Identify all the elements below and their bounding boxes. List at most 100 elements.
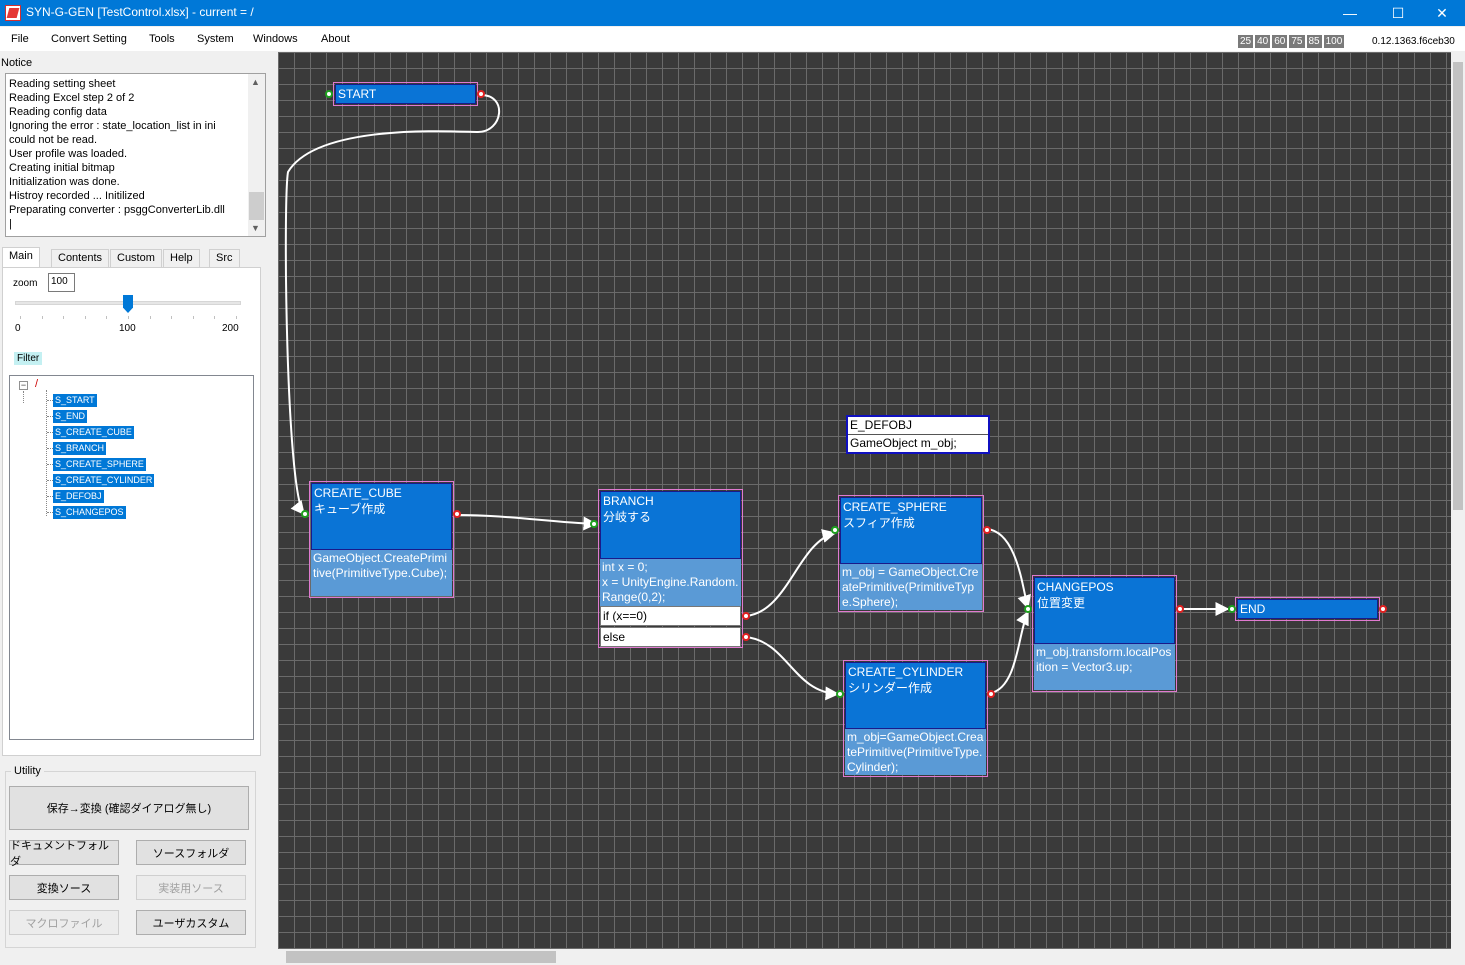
close-icon: ✕ (1436, 4, 1448, 21)
canvas-horizontal-scrollbar[interactable] (278, 949, 1451, 965)
output-pin[interactable] (983, 526, 991, 534)
tree-item-s-create-cube[interactable]: S_CREATE_CUBE (53, 426, 134, 439)
close-button[interactable]: ✕ (1419, 0, 1465, 26)
tab-custom[interactable]: Custom (110, 249, 162, 267)
menu-system[interactable]: System (197, 33, 234, 45)
zoom-preset-85[interactable]: 85 (1306, 35, 1322, 48)
implementation-source-button[interactable]: 実装用ソース (136, 875, 246, 900)
output-pin[interactable] (453, 510, 461, 518)
node-branch[interactable]: BRANCH 分岐する int x = 0; x = UnityEngine.R… (598, 489, 743, 648)
tree-item-s-create-cylinder[interactable]: S_CREATE_CYLINDER (53, 474, 155, 487)
tree-item-s-branch[interactable]: S_BRANCH (53, 442, 107, 455)
tree-item-s-end[interactable]: S_END (53, 410, 88, 423)
input-pin[interactable] (831, 526, 839, 534)
output-pin[interactable] (477, 90, 485, 98)
branch-else-row[interactable]: else (600, 627, 741, 647)
node-end[interactable]: END (1235, 597, 1380, 621)
node-create-cube[interactable]: CREATE_CUBE キューブ作成 GameObject.CreatePrim… (309, 481, 454, 598)
edge-create-sphere-to-changepos (986, 528, 1031, 610)
node-changepos[interactable]: CHANGEPOS 位置変更 m_obj.transform.localPosi… (1032, 575, 1177, 692)
scrollbar-thumb[interactable] (249, 192, 264, 220)
tree-item-s-changepos[interactable]: S_CHANGEPOS (53, 506, 126, 519)
canvas-vertical-scrollbar[interactable] (1451, 52, 1465, 949)
slider-tick (20, 316, 21, 319)
scrollbar-thumb[interactable] (286, 951, 556, 963)
menu-windows[interactable]: Windows (253, 33, 298, 45)
save-convert-button[interactable]: 保存→変換 (確認ダイアログ無し) (9, 786, 249, 830)
version-label: 0.12.1363.f6ceb30 (1372, 36, 1455, 47)
node-title: END (1237, 599, 1378, 619)
input-pin[interactable] (590, 520, 598, 528)
slider-min-label: 0 (15, 323, 21, 334)
zoom-preset-40[interactable]: 40 (1255, 35, 1271, 48)
slider-tick (63, 316, 65, 319)
menu-convert-setting[interactable]: Convert Setting (51, 33, 127, 45)
output-pin[interactable] (987, 690, 995, 698)
scroll-down-icon[interactable]: ▼ (251, 223, 260, 233)
notice-line: Reading config data (9, 106, 107, 118)
scroll-up-icon[interactable]: ▲ (251, 77, 260, 87)
notice-line: Preparating converter : psggConverterLib… (9, 204, 225, 216)
input-pin[interactable] (325, 90, 333, 98)
output-pin[interactable] (1176, 605, 1184, 613)
tree-root[interactable]: / (35, 378, 38, 390)
notice-scrollbar[interactable]: ▲ ▼ (248, 74, 265, 236)
zoom-preset-75[interactable]: 75 (1289, 35, 1305, 48)
notice-log[interactable]: Reading setting sheet Reading Excel step… (5, 73, 266, 237)
zoom-preset-60[interactable]: 60 (1272, 35, 1288, 48)
input-pin[interactable] (1024, 605, 1032, 613)
node-header: CREATE_CUBE キューブ作成 (311, 483, 452, 550)
tree-collapse-icon[interactable]: − (19, 381, 28, 390)
state-graph-canvas[interactable]: START CREATE_CUBE キューブ作成 GameObject.Crea… (278, 52, 1451, 949)
branch-if-row[interactable]: if (x==0) (600, 606, 741, 626)
node-create-sphere[interactable]: CREATE_SPHERE スフィア作成 m_obj = GameObject.… (838, 495, 984, 612)
zoom-input[interactable]: 100 (48, 273, 75, 292)
zoom-preset-25[interactable]: 25 (1238, 35, 1254, 48)
macro-file-button[interactable]: マクロファイル (9, 910, 119, 935)
scrollbar-thumb[interactable] (1453, 62, 1463, 510)
document-folder-button[interactable]: ドキュメントフォルダ (9, 840, 119, 868)
input-pin[interactable] (1228, 605, 1236, 613)
node-header: CREATE_SPHERE スフィア作成 (840, 497, 982, 564)
edge-start-to-create-cube (284, 94, 500, 516)
app-logo-icon (5, 5, 21, 21)
minimize-button[interactable]: — (1327, 0, 1373, 26)
slider-tick (84, 316, 86, 319)
zoom-slider-thumb[interactable] (123, 295, 133, 313)
menu-about[interactable]: About (321, 33, 350, 45)
tree-item-s-create-sphere[interactable]: S_CREATE_SPHERE (53, 458, 146, 471)
tab-contents[interactable]: Contents (51, 249, 110, 267)
node-code: m_obj.transform.localPosition = Vector3.… (1034, 644, 1175, 690)
node-start[interactable]: START (333, 82, 478, 106)
menu-tools[interactable]: Tools (149, 33, 175, 45)
node-title: START (335, 84, 476, 104)
tab-main[interactable]: Main (2, 247, 40, 268)
source-folder-button[interactable]: ソースフォルダ (136, 840, 246, 865)
minimize-icon: — (1343, 5, 1357, 21)
state-tree[interactable]: − / S_START S_END S_CREATE_CUBE S_BRANCH… (9, 375, 254, 740)
node-title: CREATE_CYLINDER (848, 665, 964, 679)
zoom-preset-100[interactable]: 100 (1323, 35, 1345, 48)
node-create-cylinder[interactable]: CREATE_CYLINDER シリンダー作成 m_obj=GameObject… (843, 660, 988, 777)
menu-file[interactable]: File (11, 33, 29, 45)
notice-line: Creating initial bitmap (9, 162, 115, 174)
maximize-button[interactable]: ☐ (1375, 0, 1421, 26)
output-pin-if[interactable] (742, 612, 750, 620)
user-custom-button[interactable]: ユーザカスタム (136, 910, 246, 935)
tab-src[interactable]: Src (209, 249, 240, 267)
notice-line: Ignoring the error : state_location_list… (9, 120, 216, 132)
filter-button[interactable]: Filter (14, 352, 43, 365)
tab-help[interactable]: Help (163, 249, 200, 267)
tree-item-e-defobj[interactable]: E_DEFOBJ (53, 490, 104, 503)
slider-tick (128, 316, 129, 319)
tree-item-s-start[interactable]: S_START (53, 394, 97, 407)
input-pin[interactable] (301, 510, 309, 518)
output-pin-else[interactable] (742, 633, 750, 641)
node-e-defobj[interactable]: E_DEFOBJ GameObject m_obj; (846, 415, 990, 454)
node-comment: シリンダー作成 (848, 681, 933, 695)
output-pin[interactable] (1379, 605, 1387, 613)
input-pin[interactable] (836, 690, 844, 698)
convert-source-button[interactable]: 変換ソース (9, 875, 119, 900)
node-code: GameObject m_obj; (850, 436, 957, 450)
slider-tick (106, 316, 108, 319)
